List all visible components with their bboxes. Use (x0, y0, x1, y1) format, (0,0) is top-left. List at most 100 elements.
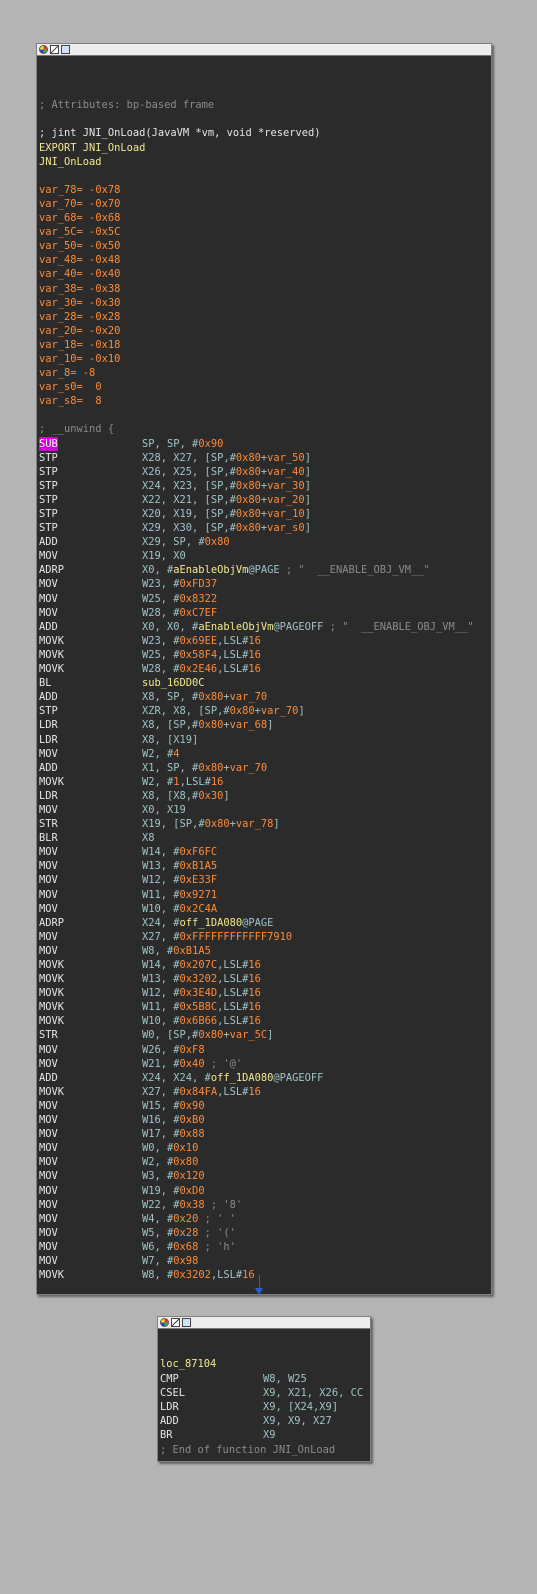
instruction-mnemonic[interactable]: MOVK (39, 1015, 64, 1027)
instruction-operands[interactable]: X8, [X19] (142, 734, 198, 746)
instruction-operands[interactable]: W23, #0x69EE,LSL#16 (142, 635, 261, 647)
instruction-mnemonic[interactable]: MOV (39, 1199, 58, 1211)
instruction-mnemonic[interactable]: MOV (39, 578, 58, 590)
instruction-line[interactable]: STP X29, X30, [SP,#0x80+var_s0] (39, 521, 491, 535)
instruction-mnemonic[interactable]: BR (160, 1429, 173, 1441)
instruction-line[interactable]: MOV W13, #0xB1A5 (39, 859, 491, 873)
instruction-mnemonic[interactable]: MOV (39, 903, 58, 915)
stack-var-name[interactable]: var_30 (39, 297, 77, 309)
instruction-operands[interactable]: W4, #0x20 ; ' ' (142, 1213, 236, 1225)
instruction-operands[interactable]: W8, #0xB1A5 (142, 945, 211, 957)
instruction-operands[interactable]: W0, #0x10 (142, 1142, 198, 1154)
node-group-icon[interactable] (50, 45, 59, 54)
stack-var-line[interactable]: var_18= -0x18 (39, 338, 491, 352)
instruction-operands[interactable]: W2, #0x80 (142, 1156, 198, 1168)
instruction-line[interactable]: MOV W5, #0x28 ; '(' (39, 1226, 491, 1240)
instruction-line[interactable]: STP X28, X27, [SP,#0x80+var_50] (39, 451, 491, 465)
instruction-mnemonic[interactable]: MOVK (39, 635, 64, 647)
instruction-mnemonic[interactable]: ADD (39, 1072, 58, 1084)
instruction-line[interactable]: MOVK W10, #0x6B66,LSL#16 (39, 1014, 491, 1028)
instruction-line[interactable]: MOV X27, #0xFFFFFFFFFFFF7910 (39, 930, 491, 944)
instruction-operands[interactable]: X28, X27, [SP,#0x80+var_50] (142, 452, 311, 464)
stack-var-name[interactable]: var_s0 (39, 381, 77, 393)
instruction-operands[interactable]: XZR, X8, [SP,#0x80+var_70] (142, 705, 305, 717)
instruction-mnemonic[interactable]: MOV (39, 1241, 58, 1253)
instruction-mnemonic[interactable]: MOV (39, 1058, 58, 1070)
instruction-mnemonic[interactable]: LDR (160, 1401, 179, 1413)
instruction-mnemonic[interactable]: MOV (39, 846, 58, 858)
stack-var-name[interactable]: var_s8 (39, 395, 77, 407)
instruction-operands[interactable]: W16, #0xB0 (142, 1114, 205, 1126)
instruction-operands[interactable]: X8, SP, #0x80+var_70 (142, 691, 267, 703)
instruction-line[interactable]: MOV W26, #0xF8 (39, 1043, 491, 1057)
instruction-mnemonic[interactable]: MOV (39, 1100, 58, 1112)
stack-var-line[interactable]: var_s8= 8 (39, 394, 491, 408)
instruction-operands[interactable]: W10, #0x2C4A (142, 903, 217, 915)
instruction-mnemonic[interactable]: MOVK (39, 973, 64, 985)
instruction-line[interactable]: MOV W14, #0xF6FC (39, 845, 491, 859)
instruction-mnemonic[interactable]: MOV (39, 1213, 58, 1225)
instruction-mnemonic[interactable]: STP (39, 508, 58, 520)
instruction-mnemonic[interactable]: STP (39, 522, 58, 534)
instruction-line[interactable]: STP XZR, X8, [SP,#0x80+var_70] (39, 704, 491, 718)
instruction-mnemonic[interactable]: STR (39, 1029, 58, 1041)
location-label[interactable]: loc_87104 (160, 1357, 370, 1371)
instruction-operands[interactable]: W14, #0xF6FC (142, 846, 217, 858)
instruction-mnemonic[interactable]: MOV (39, 1114, 58, 1126)
stack-var-line[interactable]: var_38= -0x38 (39, 282, 491, 296)
instruction-mnemonic[interactable]: MOV (39, 1255, 58, 1267)
instruction-mnemonic[interactable]: MOV (39, 550, 58, 562)
instruction-line[interactable]: MOVK W28, #0x2E46,LSL#16 (39, 662, 491, 676)
instruction-operands[interactable]: X9 (263, 1429, 276, 1441)
instruction-operands[interactable]: X0, #aEnableObjVm@PAGE ; " __ENABLE_OBJ_… (142, 564, 430, 576)
node-zoom-icon[interactable] (61, 45, 70, 54)
stack-var-line[interactable]: var_30= -0x30 (39, 296, 491, 310)
instruction-line[interactable]: ADD X24, X24, #off_1DA080@PAGEOFF (39, 1071, 491, 1085)
instruction-line[interactable]: MOV W7, #0x98 (39, 1254, 491, 1268)
instruction-mnemonic[interactable]: ADD (39, 691, 58, 703)
stack-var-line[interactable]: var_50= -0x50 (39, 239, 491, 253)
stack-var-line[interactable]: var_8= -8 (39, 366, 491, 380)
stack-var-line[interactable]: var_20= -0x20 (39, 324, 491, 338)
instruction-line[interactable]: STP X22, X21, [SP,#0x80+var_20] (39, 493, 491, 507)
instruction-operands[interactable]: W10, #0x6B66,LSL#16 (142, 1015, 261, 1027)
instruction-mnemonic[interactable]: MOV (39, 804, 58, 816)
instruction-operands[interactable]: X27, #0xFFFFFFFFFFFF7910 (142, 931, 292, 943)
instruction-mnemonic[interactable]: MOVK (39, 649, 64, 661)
stack-var-name[interactable]: var_5C (39, 226, 77, 238)
instruction-operands[interactable]: X9, X21, X26, CC (263, 1387, 363, 1399)
instruction-mnemonic[interactable]: MOVK (39, 1001, 64, 1013)
instruction-operands[interactable]: X20, X19, [SP,#0x80+var_10] (142, 508, 311, 520)
instruction-mnemonic[interactable]: ADD (39, 621, 58, 633)
instruction-line[interactable]: ADD X8, SP, #0x80+var_70 (39, 690, 491, 704)
instruction-mnemonic[interactable]: MOV (39, 1044, 58, 1056)
disassembly-listing[interactable]: ; Attributes: bp-based frame ; jint JNI_… (37, 56, 491, 1282)
instruction-line[interactable]: ADRP X24, #off_1DA080@PAGE (39, 916, 491, 930)
stack-var-line[interactable]: var_5C= -0x5C (39, 225, 491, 239)
instruction-mnemonic[interactable]: STP (39, 480, 58, 492)
instruction-line[interactable]: MOV W19, #0xD0 (39, 1184, 491, 1198)
instruction-line[interactable]: MOV W3, #0x120 (39, 1169, 491, 1183)
instruction-line[interactable]: BL sub_16DD0C (39, 676, 491, 690)
instruction-line[interactable]: ADRP X0, #aEnableObjVm@PAGE ; " __ENABLE_… (39, 563, 491, 577)
instruction-line[interactable]: MOVK W11, #0x5B8C,LSL#16 (39, 1000, 491, 1014)
instruction-line[interactable]: MOV W17, #0x88 (39, 1127, 491, 1141)
instruction-operands[interactable]: W13, #0x3202,LSL#16 (142, 973, 261, 985)
disassembly-listing[interactable]: loc_87104 CMP W8, W25 CSEL X9, X21, X26, CC… (158, 1329, 370, 1457)
instruction-mnemonic[interactable]: STP (39, 705, 58, 717)
instruction-mnemonic[interactable]: STP (39, 452, 58, 464)
instruction-line[interactable]: MOVK X27, #0x84FA,LSL#16 (39, 1085, 491, 1099)
instruction-operands[interactable]: W28, #0xC7EF (142, 607, 217, 619)
instruction-line[interactable]: STP X26, X25, [SP,#0x80+var_40] (39, 465, 491, 479)
instruction-operands[interactable]: X24, #off_1DA080@PAGE (142, 917, 273, 929)
instruction-operands[interactable]: W11, #0x9271 (142, 889, 217, 901)
instruction-operands[interactable]: X24, X23, [SP,#0x80+var_30] (142, 480, 311, 492)
instruction-line[interactable]: MOV W25, #0x8322 (39, 592, 491, 606)
instruction-mnemonic[interactable]: STP (39, 494, 58, 506)
instruction-operands[interactable]: X24, X24, #off_1DA080@PAGEOFF (142, 1072, 323, 1084)
instruction-mnemonic[interactable]: MOVK (39, 663, 64, 675)
instruction-mnemonic[interactable]: STR (39, 818, 58, 830)
instruction-line[interactable]: MOV W6, #0x68 ; 'h' (39, 1240, 491, 1254)
instruction-line[interactable]: CMP W8, W25 (160, 1372, 370, 1386)
instruction-line[interactable]: MOV W12, #0xE33F (39, 873, 491, 887)
